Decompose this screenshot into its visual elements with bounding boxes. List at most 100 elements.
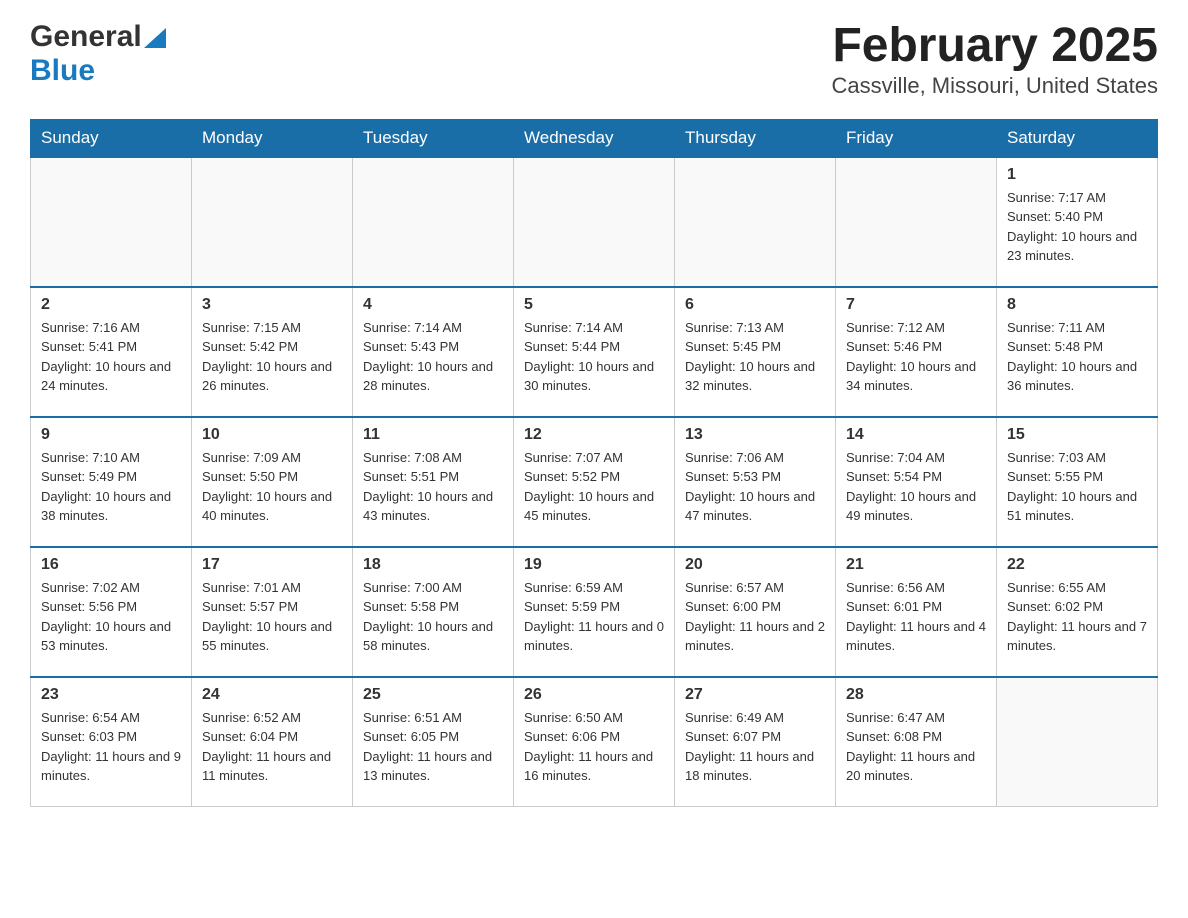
day-number: 23 bbox=[41, 686, 181, 704]
day-number: 19 bbox=[524, 556, 664, 574]
day-number: 8 bbox=[1007, 296, 1147, 314]
calendar-cell: 25 Sunrise: 6:51 AM Sunset: 6:05 PM Dayli… bbox=[353, 677, 514, 807]
calendar-cell: 15 Sunrise: 7:03 AM Sunset: 5:55 PM Dayli… bbox=[997, 417, 1158, 547]
calendar-cell bbox=[675, 157, 836, 287]
day-info: Sunrise: 6:50 AM Sunset: 6:06 PM Dayligh… bbox=[524, 708, 664, 786]
day-number: 18 bbox=[363, 556, 503, 574]
calendar-cell bbox=[514, 157, 675, 287]
calendar-header: SundayMondayTuesdayWednesdayThursdayFrid… bbox=[31, 119, 1158, 157]
day-number: 6 bbox=[685, 296, 825, 314]
calendar-week-3: 9 Sunrise: 7:10 AM Sunset: 5:49 PM Daylig… bbox=[31, 417, 1158, 547]
day-number: 17 bbox=[202, 556, 342, 574]
day-number: 20 bbox=[685, 556, 825, 574]
day-info: Sunrise: 6:56 AM Sunset: 6:01 PM Dayligh… bbox=[846, 578, 986, 656]
calendar-cell: 23 Sunrise: 6:54 AM Sunset: 6:03 PM Dayli… bbox=[31, 677, 192, 807]
calendar-week-2: 2 Sunrise: 7:16 AM Sunset: 5:41 PM Daylig… bbox=[31, 287, 1158, 417]
day-number: 2 bbox=[41, 296, 181, 314]
calendar-cell: 20 Sunrise: 6:57 AM Sunset: 6:00 PM Dayli… bbox=[675, 547, 836, 677]
calendar-cell bbox=[997, 677, 1158, 807]
calendar-cell: 7 Sunrise: 7:12 AM Sunset: 5:46 PM Daylig… bbox=[836, 287, 997, 417]
day-info: Sunrise: 7:04 AM Sunset: 5:54 PM Dayligh… bbox=[846, 448, 986, 526]
weekday-header-tuesday: Tuesday bbox=[353, 119, 514, 157]
day-number: 25 bbox=[363, 686, 503, 704]
day-info: Sunrise: 6:55 AM Sunset: 6:02 PM Dayligh… bbox=[1007, 578, 1147, 656]
calendar-cell: 2 Sunrise: 7:16 AM Sunset: 5:41 PM Daylig… bbox=[31, 287, 192, 417]
calendar-cell: 9 Sunrise: 7:10 AM Sunset: 5:49 PM Daylig… bbox=[31, 417, 192, 547]
day-info: Sunrise: 7:03 AM Sunset: 5:55 PM Dayligh… bbox=[1007, 448, 1147, 526]
day-number: 7 bbox=[846, 296, 986, 314]
calendar-cell: 26 Sunrise: 6:50 AM Sunset: 6:06 PM Dayli… bbox=[514, 677, 675, 807]
calendar-cell: 1Sunrise: 7:17 AM Sunset: 5:40 PM Daylig… bbox=[997, 157, 1158, 287]
day-number: 1 bbox=[1007, 166, 1147, 184]
day-number: 26 bbox=[524, 686, 664, 704]
day-info: Sunrise: 7:13 AM Sunset: 5:45 PM Dayligh… bbox=[685, 318, 825, 396]
day-info: Sunrise: 7:14 AM Sunset: 5:43 PM Dayligh… bbox=[363, 318, 503, 396]
day-number: 11 bbox=[363, 426, 503, 444]
logo-general-text: General bbox=[30, 20, 142, 54]
day-number: 9 bbox=[41, 426, 181, 444]
calendar-table: SundayMondayTuesdayWednesdayThursdayFrid… bbox=[30, 119, 1158, 808]
day-number: 28 bbox=[846, 686, 986, 704]
day-info: Sunrise: 7:01 AM Sunset: 5:57 PM Dayligh… bbox=[202, 578, 342, 656]
calendar-week-5: 23 Sunrise: 6:54 AM Sunset: 6:03 PM Dayli… bbox=[31, 677, 1158, 807]
day-info: Sunrise: 6:52 AM Sunset: 6:04 PM Dayligh… bbox=[202, 708, 342, 786]
day-number: 16 bbox=[41, 556, 181, 574]
calendar-cell: 19 Sunrise: 6:59 AM Sunset: 5:59 PM Dayli… bbox=[514, 547, 675, 677]
calendar-cell bbox=[31, 157, 192, 287]
calendar-cell: 4 Sunrise: 7:14 AM Sunset: 5:43 PM Daylig… bbox=[353, 287, 514, 417]
day-info: Sunrise: 6:51 AM Sunset: 6:05 PM Dayligh… bbox=[363, 708, 503, 786]
day-info: Sunrise: 6:54 AM Sunset: 6:03 PM Dayligh… bbox=[41, 708, 181, 786]
logo-blue-text: Blue bbox=[30, 54, 95, 88]
calendar-cell: 21 Sunrise: 6:56 AM Sunset: 6:01 PM Dayli… bbox=[836, 547, 997, 677]
weekday-header-friday: Friday bbox=[836, 119, 997, 157]
day-info: Sunrise: 7:07 AM Sunset: 5:52 PM Dayligh… bbox=[524, 448, 664, 526]
calendar-cell bbox=[192, 157, 353, 287]
calendar-week-4: 16 Sunrise: 7:02 AM Sunset: 5:56 PM Dayli… bbox=[31, 547, 1158, 677]
page-subtitle: Cassville, Missouri, United States bbox=[832, 73, 1158, 99]
day-info: Sunrise: 7:14 AM Sunset: 5:44 PM Dayligh… bbox=[524, 318, 664, 396]
weekday-header-saturday: Saturday bbox=[997, 119, 1158, 157]
day-info: Sunrise: 7:06 AM Sunset: 5:53 PM Dayligh… bbox=[685, 448, 825, 526]
weekday-header-sunday: Sunday bbox=[31, 119, 192, 157]
calendar-cell: 22 Sunrise: 6:55 AM Sunset: 6:02 PM Dayli… bbox=[997, 547, 1158, 677]
calendar-cell: 28 Sunrise: 6:47 AM Sunset: 6:08 PM Dayli… bbox=[836, 677, 997, 807]
day-number: 27 bbox=[685, 686, 825, 704]
calendar-cell: 18 Sunrise: 7:00 AM Sunset: 5:58 PM Dayli… bbox=[353, 547, 514, 677]
day-info: Sunrise: 7:10 AM Sunset: 5:49 PM Dayligh… bbox=[41, 448, 181, 526]
calendar-body: 1Sunrise: 7:17 AM Sunset: 5:40 PM Daylig… bbox=[31, 157, 1158, 807]
day-info: Sunrise: 6:49 AM Sunset: 6:07 PM Dayligh… bbox=[685, 708, 825, 786]
calendar-cell: 13 Sunrise: 7:06 AM Sunset: 5:53 PM Dayli… bbox=[675, 417, 836, 547]
day-number: 14 bbox=[846, 426, 986, 444]
weekday-header-row: SundayMondayTuesdayWednesdayThursdayFrid… bbox=[31, 119, 1158, 157]
day-info: Sunrise: 7:08 AM Sunset: 5:51 PM Dayligh… bbox=[363, 448, 503, 526]
calendar-cell bbox=[836, 157, 997, 287]
calendar-cell: 24 Sunrise: 6:52 AM Sunset: 6:04 PM Dayli… bbox=[192, 677, 353, 807]
day-info: Sunrise: 7:16 AM Sunset: 5:41 PM Dayligh… bbox=[41, 318, 181, 396]
calendar-cell: 11 Sunrise: 7:08 AM Sunset: 5:51 PM Dayli… bbox=[353, 417, 514, 547]
title-block: February 2025 Cassville, Missouri, Unite… bbox=[832, 20, 1158, 99]
day-number: 5 bbox=[524, 296, 664, 314]
day-number: 13 bbox=[685, 426, 825, 444]
weekday-header-wednesday: Wednesday bbox=[514, 119, 675, 157]
day-info: Sunrise: 7:12 AM Sunset: 5:46 PM Dayligh… bbox=[846, 318, 986, 396]
day-number: 21 bbox=[846, 556, 986, 574]
day-number: 24 bbox=[202, 686, 342, 704]
day-info: Sunrise: 7:15 AM Sunset: 5:42 PM Dayligh… bbox=[202, 318, 342, 396]
weekday-header-thursday: Thursday bbox=[675, 119, 836, 157]
day-info: Sunrise: 6:57 AM Sunset: 6:00 PM Dayligh… bbox=[685, 578, 825, 656]
weekday-header-monday: Monday bbox=[192, 119, 353, 157]
day-info: Sunrise: 6:59 AM Sunset: 5:59 PM Dayligh… bbox=[524, 578, 664, 656]
calendar-cell bbox=[353, 157, 514, 287]
day-info: Sunrise: 6:47 AM Sunset: 6:08 PM Dayligh… bbox=[846, 708, 986, 786]
day-number: 15 bbox=[1007, 426, 1147, 444]
calendar-cell: 10Sunrise: 7:09 AM Sunset: 5:50 PM Dayli… bbox=[192, 417, 353, 547]
calendar-cell: 3Sunrise: 7:15 AM Sunset: 5:42 PM Daylig… bbox=[192, 287, 353, 417]
calendar-cell: 12Sunrise: 7:07 AM Sunset: 5:52 PM Dayli… bbox=[514, 417, 675, 547]
day-number: 22 bbox=[1007, 556, 1147, 574]
calendar-cell: 16 Sunrise: 7:02 AM Sunset: 5:56 PM Dayli… bbox=[31, 547, 192, 677]
calendar-week-1: 1Sunrise: 7:17 AM Sunset: 5:40 PM Daylig… bbox=[31, 157, 1158, 287]
calendar-cell: 6 Sunrise: 7:13 AM Sunset: 5:45 PM Daylig… bbox=[675, 287, 836, 417]
day-number: 4 bbox=[363, 296, 503, 314]
day-info: Sunrise: 7:00 AM Sunset: 5:58 PM Dayligh… bbox=[363, 578, 503, 656]
day-info: Sunrise: 7:02 AM Sunset: 5:56 PM Dayligh… bbox=[41, 578, 181, 656]
